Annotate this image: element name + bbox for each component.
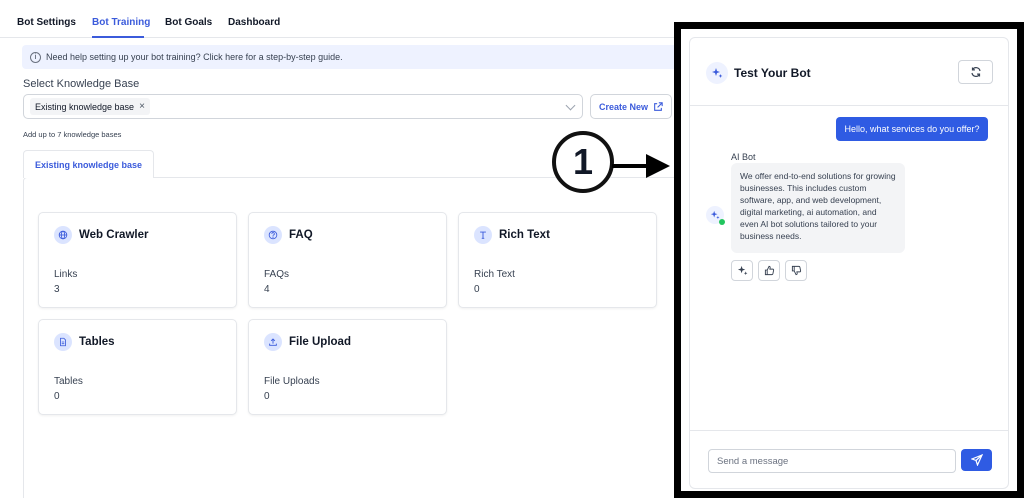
- text-icon: [474, 226, 492, 244]
- info-icon: i: [30, 51, 41, 63]
- card-title: File Upload: [289, 336, 351, 348]
- card-tables[interactable]: Tables Tables 0: [38, 319, 237, 415]
- sparkle-icon: [737, 265, 747, 276]
- question-icon: [264, 226, 282, 244]
- create-new-label: Create New: [598, 101, 649, 112]
- sparkle-icon: [710, 210, 720, 220]
- chat-title: Test Your Bot: [734, 66, 811, 80]
- chat-input-area: Send a message: [690, 430, 1008, 490]
- help-banner-text: Need help setting up your bot training? …: [46, 52, 343, 62]
- refresh-button[interactable]: [958, 60, 993, 84]
- top-nav: Bot Settings Bot Training Bot Goals Dash…: [0, 0, 680, 38]
- card-title: FAQ: [289, 229, 313, 241]
- card-title: Web Crawler: [79, 229, 149, 241]
- refresh-icon: [970, 67, 981, 77]
- card-label: Rich Text: [474, 269, 515, 280]
- kb-chip-label: Existing knowledge base: [35, 101, 135, 112]
- create-new-button[interactable]: Create New: [590, 94, 672, 119]
- tab-dashboard[interactable]: Dashboard: [228, 17, 280, 28]
- chevron-down-icon[interactable]: [565, 100, 576, 111]
- kb-select-label: Select Knowledge Base: [23, 78, 140, 90]
- message-input[interactable]: Send a message: [708, 449, 956, 473]
- thumbs-up-icon: [764, 265, 774, 276]
- document-icon: [54, 333, 72, 351]
- sparkle-icon: [706, 62, 728, 84]
- send-button[interactable]: [961, 449, 992, 471]
- regenerate-button[interactable]: [731, 260, 753, 281]
- chat-panel: Test Your Bot Hello, what services do yo…: [689, 37, 1009, 489]
- kb-chip: Existing knowledge base ×: [30, 98, 150, 115]
- card-file-upload[interactable]: File Upload File Uploads 0: [248, 319, 447, 415]
- card-title: Tables: [79, 336, 115, 348]
- active-tab-indicator: [92, 36, 144, 38]
- card-value: 0: [264, 391, 270, 402]
- card-label: File Uploads: [264, 376, 320, 387]
- arrow-right-icon: [612, 154, 670, 178]
- annotation-number: 1: [552, 131, 614, 193]
- kb-select[interactable]: Existing knowledge base ×: [23, 94, 583, 119]
- user-message: Hello, what services do you offer?: [836, 117, 988, 141]
- bot-name: AI Bot: [731, 152, 756, 162]
- thumbs-down-icon: [791, 265, 801, 276]
- kb-panel: Web Crawler Links 3 FAQ FAQs 4 Rich Text…: [23, 177, 683, 498]
- close-icon[interactable]: ×: [139, 101, 145, 112]
- kb-hint: Add up to 7 knowledge bases: [23, 130, 122, 139]
- globe-icon: [54, 226, 72, 244]
- card-rich-text[interactable]: Rich Text Rich Text 0: [458, 212, 657, 308]
- card-value: 4: [264, 284, 270, 295]
- card-value: 0: [54, 391, 60, 402]
- tab-existing-kb[interactable]: Existing knowledge base: [23, 150, 154, 178]
- tab-bot-training[interactable]: Bot Training: [92, 17, 150, 28]
- online-status-dot: [719, 219, 725, 225]
- card-label: FAQs: [264, 269, 290, 280]
- external-link-icon: [654, 101, 663, 111]
- tab-bot-settings[interactable]: Bot Settings: [17, 17, 76, 28]
- chat-highlight-frame: Test Your Bot Hello, what services do yo…: [674, 22, 1024, 498]
- card-label: Links: [54, 269, 78, 280]
- card-web-crawler[interactable]: Web Crawler Links 3: [38, 212, 237, 308]
- help-banner[interactable]: i Need help setting up your bot training…: [22, 45, 678, 69]
- card-label: Tables: [54, 376, 83, 387]
- card-value: 0: [474, 284, 480, 295]
- card-title: Rich Text: [499, 229, 550, 241]
- card-faq[interactable]: FAQ FAQs 4: [248, 212, 447, 308]
- upload-icon: [264, 333, 282, 351]
- chat-header: Test Your Bot: [690, 38, 1008, 106]
- send-icon: [970, 454, 983, 466]
- bot-message: We offer end-to-end solutions for growin…: [731, 163, 905, 253]
- card-value: 3: [54, 284, 60, 295]
- thumbs-up-button[interactable]: [758, 260, 780, 281]
- tab-bot-goals[interactable]: Bot Goals: [165, 17, 212, 28]
- thumbs-down-button[interactable]: [785, 260, 807, 281]
